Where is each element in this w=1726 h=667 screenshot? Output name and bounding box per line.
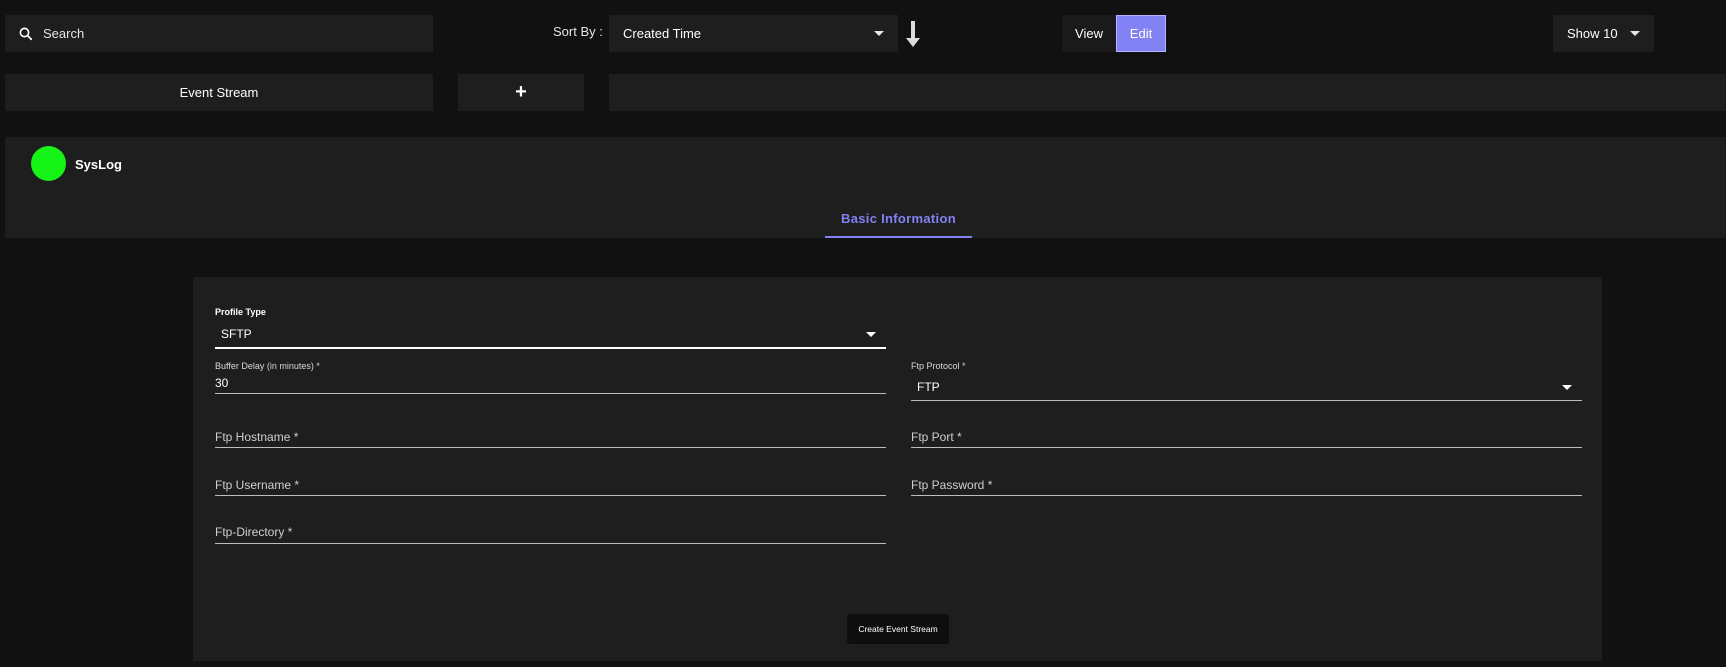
profile-type-label: Profile Type (215, 307, 266, 317)
ftp-password-placeholder: Ftp Password * (911, 478, 993, 492)
chevron-down-icon (866, 331, 876, 337)
ftp-username-input[interactable]: Ftp Username * (215, 476, 886, 494)
ftp-password-input[interactable]: Ftp Password * (911, 476, 1582, 494)
ftp-directory-placeholder: Ftp-Directory * (215, 525, 293, 539)
ftp-username-placeholder: Ftp Username * (215, 478, 300, 492)
create-event-stream-button[interactable]: Create Event Stream (847, 614, 949, 644)
ftp-hostname-placeholder: Ftp Hostname * (215, 430, 299, 444)
ftp-port-input[interactable]: Ftp Port * (911, 428, 1582, 446)
ftp-port-placeholder: Ftp Port * (911, 430, 962, 444)
sort-select-value: Created Time (623, 26, 702, 41)
buffer-delay-underline (215, 393, 886, 394)
view-button[interactable]: View (1062, 15, 1116, 52)
ftp-password-underline (911, 495, 1582, 496)
edit-button[interactable]: Edit (1116, 15, 1166, 52)
chevron-down-icon (1630, 31, 1640, 36)
page-size-select[interactable]: Show 10 (1553, 15, 1654, 52)
buffer-delay-value: 30 (215, 376, 229, 390)
ftp-hostname-underline (215, 447, 886, 448)
buffer-delay-label: Buffer Delay (in minutes) * (215, 361, 320, 371)
ftp-directory-input[interactable]: Ftp-Directory * (215, 523, 886, 541)
ftp-directory-underline (215, 543, 886, 544)
status-indicator (31, 146, 66, 181)
page-size-value: Show 10 (1567, 26, 1618, 41)
add-tab-button[interactable]: + (458, 74, 584, 111)
search-input[interactable]: Search (5, 15, 433, 52)
profile-type-underline (215, 347, 886, 349)
tab-basic-information[interactable]: Basic Information (825, 200, 972, 238)
buffer-delay-input[interactable]: 30 (215, 374, 886, 392)
sort-select[interactable]: Created Time (609, 15, 898, 52)
ftp-port-underline (911, 447, 1582, 448)
ftp-protocol-underline (911, 400, 1582, 401)
ftp-username-underline (215, 495, 886, 496)
profile-type-select[interactable]: SFTP (215, 320, 886, 348)
search-placeholder: Search (43, 26, 85, 41)
ftp-hostname-input[interactable]: Ftp Hostname * (215, 428, 886, 446)
sort-descending-icon[interactable] (905, 20, 921, 48)
ftp-protocol-label: Ftp Protocol * (911, 361, 966, 371)
tab-bar-filler (609, 74, 1726, 111)
chevron-down-icon (1562, 384, 1572, 390)
profile-name: SysLog (75, 157, 122, 172)
tab-event-stream[interactable]: Event Stream (5, 74, 433, 111)
search-icon (19, 27, 33, 40)
chevron-down-icon (874, 31, 884, 36)
ftp-protocol-value: FTP (917, 380, 940, 394)
ftp-protocol-select[interactable]: FTP (911, 374, 1582, 400)
sort-by-label: Sort By : (553, 24, 603, 39)
profile-type-value: SFTP (221, 327, 252, 341)
